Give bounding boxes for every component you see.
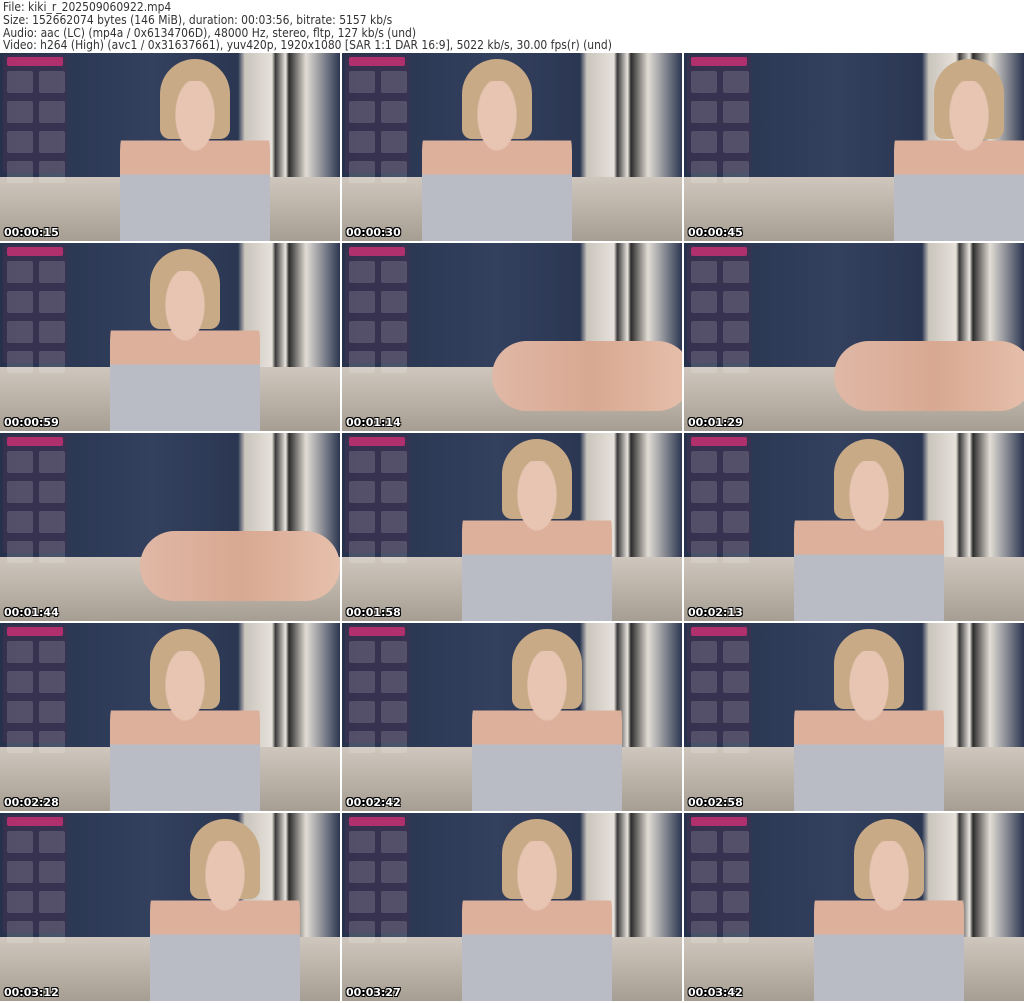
video-thumbnail: 00:00:30 (342, 53, 682, 241)
overlay-menu-panel (687, 815, 751, 943)
video-thumbnail: 00:02:13 (684, 433, 1024, 621)
timestamp-label: 00:03:42 (688, 986, 743, 999)
video-thumbnail: 00:03:42 (684, 813, 1024, 1001)
video-thumbnail: 00:00:45 (684, 53, 1024, 241)
video-thumbnail: 00:02:42 (342, 623, 682, 811)
overlay-menu-panel (345, 55, 409, 183)
person-figure (794, 651, 944, 811)
person-figure (794, 461, 944, 621)
video-thumbnail: 00:01:29 (684, 243, 1024, 431)
person-figure (472, 651, 622, 811)
video-thumbnail: 00:03:27 (342, 813, 682, 1001)
person-figure (462, 841, 612, 1001)
video-thumbnail: 00:01:44 (0, 433, 340, 621)
video-thumbnail: 00:00:59 (0, 243, 340, 431)
timestamp-label: 00:02:28 (4, 796, 59, 809)
timestamp-label: 00:02:58 (688, 796, 743, 809)
video-line: Video: h264 (High) (avc1 / 0x31637661), … (3, 37, 612, 53)
video-thumbnail: 00:02:58 (684, 623, 1024, 811)
timestamp-label: 00:00:59 (4, 416, 59, 429)
overlay-menu-panel (3, 55, 67, 183)
video-thumbnail: 00:03:12 (0, 813, 340, 1001)
person-figure (110, 271, 260, 431)
person-figure (492, 341, 682, 411)
person-figure (110, 651, 260, 811)
timestamp-label: 00:03:27 (346, 986, 401, 999)
person-figure (814, 841, 964, 1001)
overlay-menu-panel (3, 625, 67, 753)
timestamp-label: 00:00:15 (4, 226, 59, 239)
overlay-menu-panel (687, 435, 751, 563)
person-figure (462, 461, 612, 621)
file-info-header: File: kiki_r_202509060922.mp4 Size: 1526… (3, 0, 1023, 53)
timestamp-label: 00:01:14 (346, 416, 401, 429)
timestamp-label: 00:00:45 (688, 226, 743, 239)
timestamp-label: 00:00:30 (346, 226, 401, 239)
person-figure (140, 531, 340, 601)
video-thumbnail: 00:02:28 (0, 623, 340, 811)
overlay-menu-panel (3, 435, 67, 563)
person-figure (894, 81, 1024, 241)
timestamp-label: 00:02:13 (688, 606, 743, 619)
timestamp-label: 00:02:42 (346, 796, 401, 809)
person-figure (422, 81, 572, 241)
overlay-menu-panel (345, 815, 409, 943)
thumbnail-grid: 00:00:15 00:00:30 00:00:45 00:00:59 00:01:14… (0, 53, 1024, 1003)
overlay-menu-panel (687, 625, 751, 753)
overlay-menu-panel (687, 55, 751, 183)
timestamp-label: 00:01:44 (4, 606, 59, 619)
person-figure (834, 341, 1024, 411)
timestamp-label: 00:01:58 (346, 606, 401, 619)
overlay-menu-panel (3, 245, 67, 373)
overlay-menu-panel (345, 245, 409, 373)
video-thumbnail: 00:00:15 (0, 53, 340, 241)
timestamp-label: 00:03:12 (4, 986, 59, 999)
overlay-menu-panel (3, 815, 67, 943)
overlay-menu-panel (687, 245, 751, 373)
person-figure (150, 841, 300, 1001)
timestamp-label: 00:01:29 (688, 416, 743, 429)
video-thumbnail: 00:01:58 (342, 433, 682, 621)
video-thumbnail: 00:01:14 (342, 243, 682, 431)
person-figure (120, 81, 270, 241)
overlay-menu-panel (345, 625, 409, 753)
overlay-menu-panel (345, 435, 409, 563)
